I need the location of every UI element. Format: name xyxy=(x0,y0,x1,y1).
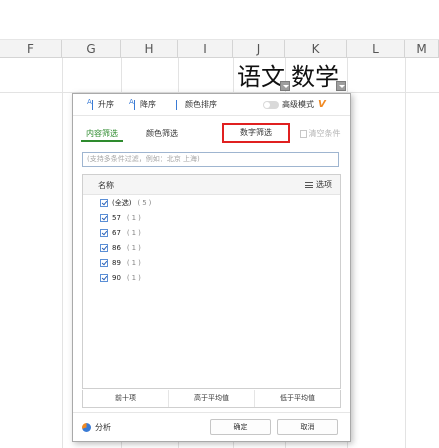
options-label: 选项 xyxy=(316,180,332,189)
sort-descending-label: 降序 xyxy=(140,100,156,109)
toolbar-area xyxy=(0,0,439,40)
clear-conditions-button[interactable]: 清空条件 xyxy=(290,126,350,142)
above-average-button[interactable]: 高于平均值 xyxy=(169,390,255,407)
list-item[interactable]: 67 (1) xyxy=(100,227,143,239)
panel-footer: 分析 确定 取消 xyxy=(73,412,350,442)
list-item-select-all[interactable]: (全选) (5) xyxy=(100,197,153,209)
cancel-button[interactable]: 取消 xyxy=(277,419,338,435)
sort-ascending-button[interactable]: A 升序 xyxy=(87,99,114,111)
spreadsheet: F G H I J K L M 语文 数学 A 升序 A 降序 颜色排序 高级模… xyxy=(0,0,439,448)
gridline xyxy=(405,58,406,448)
list-header: 名称 选项 xyxy=(83,175,340,195)
checkbox-checked-icon[interactable] xyxy=(100,229,108,237)
checkbox-checked-icon[interactable] xyxy=(100,199,108,207)
color-sort-button[interactable]: 颜色排序 xyxy=(174,99,217,111)
tab-color-filter[interactable]: 颜色筛选 xyxy=(141,126,183,142)
checkbox-checked-icon[interactable] xyxy=(100,259,108,267)
sort-ascending-label: 升序 xyxy=(98,100,114,109)
column-header-j[interactable]: J xyxy=(233,40,285,58)
value-list: 名称 选项 (全选) (5) 57 (1) 67 (1) 86 (1) 89 (1) 90… xyxy=(82,174,341,389)
pie-chart-icon xyxy=(82,423,91,432)
list-item[interactable]: 86 (1) xyxy=(100,242,143,254)
list-item-count: (1) xyxy=(126,259,143,267)
color-sort-label: 颜色排序 xyxy=(185,100,217,109)
column-header-i[interactable]: I xyxy=(178,40,233,58)
toggle-switch-icon xyxy=(263,101,279,109)
checkbox-checked-icon[interactable] xyxy=(100,274,108,282)
list-item-label: (全选) xyxy=(112,199,132,207)
column-header-bar: F G H I J K L M xyxy=(0,40,439,58)
ok-button[interactable]: 确定 xyxy=(210,419,271,435)
list-item[interactable]: 90 (1) xyxy=(100,272,143,284)
advanced-mode-toggle[interactable]: 高级模式 V xyxy=(263,99,326,111)
menu-icon xyxy=(305,181,313,188)
options-button[interactable]: 选项 xyxy=(305,179,332,190)
cell-chinese[interactable]: 语文 xyxy=(237,62,285,92)
list-item-count: (5) xyxy=(137,199,154,207)
filter-toolbar: A 升序 A 降序 颜色排序 高级模式 V xyxy=(73,94,350,116)
filter-dropdown-button[interactable] xyxy=(280,81,290,91)
list-item-label: 90 xyxy=(112,274,121,282)
analyze-button[interactable]: 分析 xyxy=(82,422,111,433)
color-sort-icon xyxy=(174,100,183,110)
list-item-count: (1) xyxy=(126,244,143,252)
column-header-h[interactable]: H xyxy=(121,40,178,58)
list-item[interactable]: 57 (1) xyxy=(100,212,143,224)
tab-number-filter[interactable]: 数字筛选 xyxy=(222,123,290,143)
list-item-count: (1) xyxy=(126,214,143,222)
cell-math[interactable]: 数学 xyxy=(291,62,339,92)
column-header-f[interactable]: F xyxy=(0,40,62,58)
list-item[interactable]: 89 (1) xyxy=(100,257,143,269)
below-average-button[interactable]: 低于平均值 xyxy=(255,390,340,407)
list-item-label: 86 xyxy=(112,244,121,252)
list-item-label: 67 xyxy=(112,229,121,237)
advanced-mode-label: 高级模式 xyxy=(282,100,314,109)
quick-filter-buttons: 前十项 高于平均值 低于平均值 xyxy=(82,390,341,408)
checkbox-checked-icon[interactable] xyxy=(100,214,108,222)
search-input[interactable]: (支持多条件过滤，例如：北京 上海) xyxy=(82,152,339,167)
vip-badge-icon: V xyxy=(318,99,326,110)
analyze-label: 分析 xyxy=(95,423,111,432)
sort-ascending-icon: A xyxy=(87,99,96,110)
column-header-g[interactable]: G xyxy=(62,40,121,58)
gridline xyxy=(62,58,63,448)
column-header-k[interactable]: K xyxy=(285,40,347,58)
checkbox-checked-icon[interactable] xyxy=(100,244,108,252)
filter-dropdown-button[interactable] xyxy=(336,81,346,91)
list-item-count: (1) xyxy=(126,274,143,282)
column-header-l[interactable]: L xyxy=(347,40,405,58)
list-item-label: 89 xyxy=(112,259,121,267)
tab-content-filter[interactable]: 内容筛选 xyxy=(81,126,123,142)
sort-descending-icon: A xyxy=(129,99,138,110)
list-item-label: 57 xyxy=(112,214,121,222)
filter-panel: A 升序 A 降序 颜色排序 高级模式 V 内容筛选 颜色筛选 数字筛选 清空条… xyxy=(72,93,351,442)
sort-descending-button[interactable]: A 降序 xyxy=(129,99,156,111)
top10-button[interactable]: 前十项 xyxy=(83,390,169,407)
clear-icon xyxy=(299,129,307,138)
clear-conditions-label: 清空条件 xyxy=(308,129,341,138)
list-header-name: 名称 xyxy=(98,181,114,190)
column-header-m[interactable]: M xyxy=(405,40,439,58)
filter-tabs: 内容筛选 颜色筛选 数字筛选 清空条件 xyxy=(73,123,350,144)
list-item-count: (1) xyxy=(126,229,143,237)
